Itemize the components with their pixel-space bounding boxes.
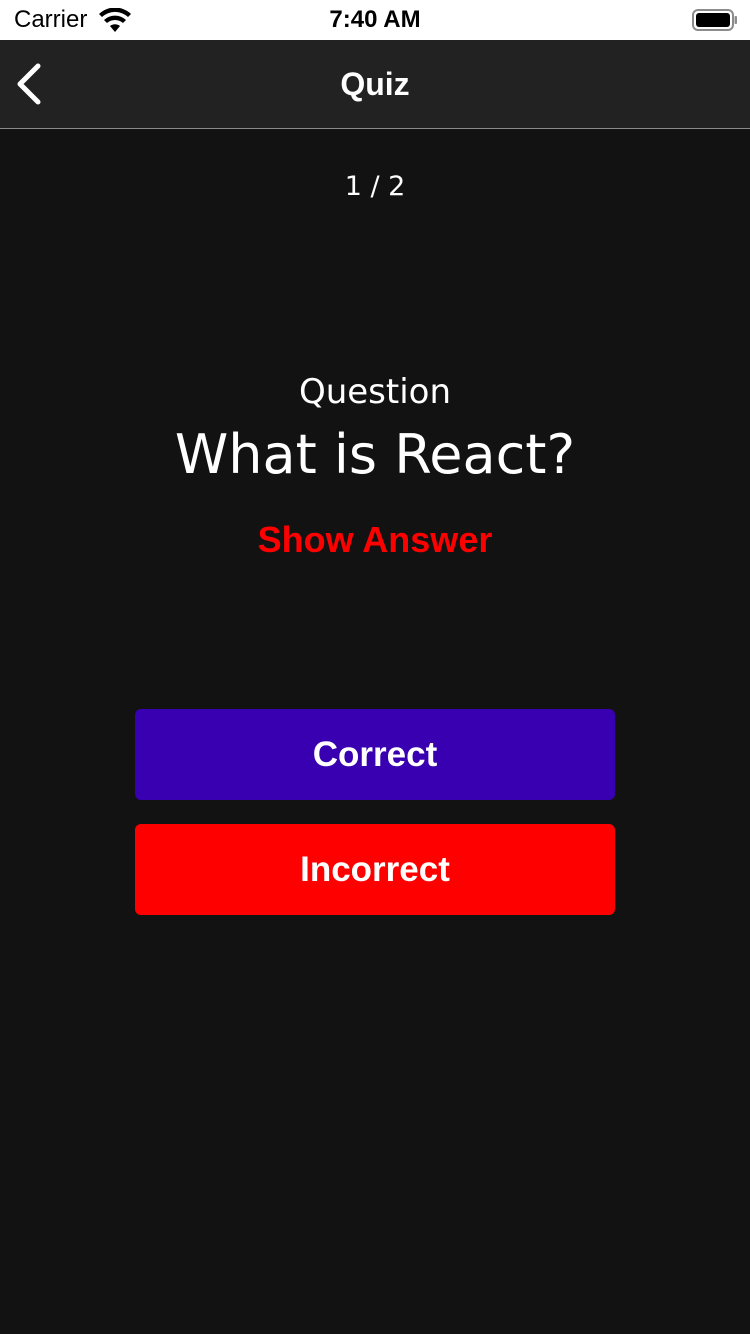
question-text: What is React? [174, 423, 576, 486]
show-answer-button[interactable]: Show Answer [200, 518, 550, 562]
navigation-bar: Quiz [0, 40, 750, 129]
correct-button[interactable]: Correct [135, 709, 615, 800]
question-label: Question [298, 372, 452, 412]
page-title: Quiz [340, 66, 410, 102]
incorrect-button[interactable]: Incorrect [135, 824, 615, 915]
question-counter: 1 / 2 [344, 171, 406, 202]
status-bar: Carrier 7:40 AM [0, 0, 750, 40]
battery-icon [692, 9, 737, 31]
status-time: 7:40 AM [329, 6, 421, 33]
